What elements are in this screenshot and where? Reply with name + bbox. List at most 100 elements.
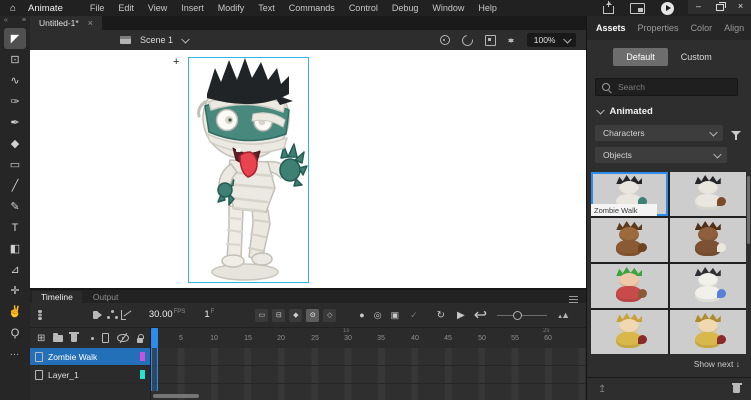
fluid-brush-tool[interactable]: ✑ (4, 91, 26, 112)
panel-grip-icon[interactable]: ≡ (22, 17, 26, 27)
zoom-tool[interactable]: Ϙ (4, 322, 26, 343)
delete-frame-button[interactable]: ⊟ (272, 308, 286, 322)
menu-item[interactable]: Window (425, 3, 471, 13)
timeline-menu-icon[interactable] (569, 295, 578, 297)
panel-tab[interactable]: Assets (596, 23, 626, 33)
menu-item[interactable]: Modify (211, 3, 252, 13)
frames-area[interactable]: 5 10 15 20 25 30 35 40 45 50 55 60 1s 2s (151, 328, 586, 400)
panel-tab[interactable]: Properties (638, 23, 679, 33)
hide-layers-icon[interactable] (117, 334, 129, 342)
asset-zombie-walk[interactable]: Zombie Walk (591, 172, 668, 216)
playhead-handle[interactable] (151, 328, 158, 348)
search-input[interactable] (616, 81, 731, 93)
menu-item[interactable]: Debug (385, 3, 426, 13)
rotate-stage-icon[interactable] (459, 32, 475, 48)
current-frame-control[interactable]: 1F (204, 309, 214, 320)
layer-name[interactable]: Zombie Walk (48, 352, 135, 362)
fps-control[interactable]: 30.00FPS (149, 309, 185, 320)
frame-size-icon[interactable]: ▲ ▲ (557, 310, 570, 320)
menu-item[interactable]: Commands (282, 3, 342, 13)
default-mode-button[interactable]: Default (613, 48, 668, 66)
asset-wolf[interactable] (669, 218, 746, 262)
frame-ruler[interactable]: 5 10 15 20 25 30 35 40 45 50 55 60 1s 2s (151, 328, 586, 349)
asset-stork[interactable] (669, 264, 746, 308)
asset-warp-tool[interactable]: ✛ (4, 280, 26, 301)
delete-layer-icon[interactable] (68, 332, 80, 342)
eraser-tool[interactable]: ◆ (4, 133, 26, 154)
center-frame-button[interactable]: ↩ (474, 305, 487, 325)
confirm-icon[interactable]: ✓ (410, 310, 418, 321)
outline-layers-icon[interactable] (101, 333, 110, 343)
onion-outline-button[interactable]: ◎ (374, 310, 382, 321)
asset-zombie-rise[interactable] (669, 172, 746, 216)
scene-name[interactable]: Scene 1 (140, 35, 173, 45)
layer-name[interactable]: Layer_1 (48, 370, 135, 380)
timeline-zoom-slider[interactable] (497, 311, 548, 320)
camera-icon[interactable] (93, 311, 103, 319)
search-box[interactable] (595, 78, 738, 96)
center-stage-icon[interactable] (439, 35, 450, 45)
menu-item[interactable]: Help (471, 3, 504, 13)
onion-skin-button[interactable]: ● (359, 310, 364, 320)
frame-row[interactable] (151, 348, 586, 366)
test-movie-icon[interactable] (661, 1, 674, 15)
play-button[interactable]: ▶ (457, 310, 465, 321)
device-preview-icon[interactable] (630, 2, 645, 14)
onion-skin-stack-icon[interactable] (38, 309, 43, 314)
selected-symbol-zombie[interactable] (188, 57, 309, 283)
hand-tool[interactable]: ✌ (4, 301, 26, 322)
timeline-tab[interactable]: Timeline (32, 291, 82, 303)
upload-asset-icon[interactable]: ↥ (598, 384, 606, 395)
restore-button[interactable] (709, 0, 730, 14)
parenting-view-icon[interactable] (107, 310, 114, 320)
menu-item[interactable]: Control (342, 3, 385, 13)
document-tab[interactable]: Untitled-1* × (30, 16, 102, 30)
playhead[interactable] (151, 328, 158, 391)
timeline-tab[interactable]: Output (84, 291, 128, 303)
free-transform-tool[interactable]: ⊡ (4, 49, 26, 70)
minimize-button[interactable]: – (688, 0, 709, 14)
menu-item[interactable]: Edit (111, 3, 141, 13)
timeline-zoom-knob[interactable] (513, 311, 523, 320)
edit-multiple-frames-button[interactable]: ▣ (391, 310, 400, 321)
pen-tool[interactable]: ✎ (4, 196, 26, 217)
stage-zoom-select[interactable]: 100% (526, 33, 576, 47)
collapse-panel-icon[interactable]: « (4, 17, 8, 27)
delete-asset-icon[interactable] (731, 383, 742, 393)
graph-editor-icon[interactable] (120, 310, 126, 320)
asset-angel-2[interactable] (669, 310, 746, 354)
rectangle-tool[interactable]: ▭ (4, 154, 26, 175)
scene-dropdown-icon[interactable] (181, 35, 190, 44)
share-icon[interactable] (603, 1, 614, 14)
layer-row[interactable]: Zombie Walk (30, 348, 150, 366)
section-expand-icon[interactable] (596, 106, 605, 115)
timeline-horizontal-scrollbar[interactable] (153, 394, 199, 398)
menu-item[interactable]: View (141, 3, 174, 13)
custom-mode-button[interactable]: Custom (668, 48, 725, 66)
show-next-link[interactable]: Show next ↓ (587, 354, 751, 369)
menu-item[interactable]: File (83, 3, 112, 13)
stage[interactable]: + (30, 50, 586, 288)
insert-blank-keyframe-button[interactable]: ◇ (323, 308, 337, 322)
lock-layers-icon[interactable] (136, 333, 145, 343)
layer-row[interactable]: Layer_1 (30, 366, 150, 384)
menu-item[interactable]: Insert (174, 3, 211, 13)
layer-color-swatch[interactable] (140, 352, 145, 361)
classic-brush-tool[interactable]: ✒ (4, 112, 26, 133)
characters-dropdown[interactable]: Characters (595, 125, 723, 141)
asset-worm[interactable] (591, 218, 668, 262)
highlight-layers-icon[interactable] (91, 336, 94, 340)
insert-keyframe-button[interactable]: ◆ (289, 308, 303, 322)
asset-angel-1[interactable] (591, 310, 668, 354)
clip-content-icon[interactable] (484, 34, 496, 46)
frames-grid[interactable] (151, 348, 586, 400)
loop-button[interactable]: ↻ (437, 310, 445, 321)
lasso-tool[interactable]: ∿ (4, 70, 26, 91)
frame-row[interactable] (151, 366, 586, 384)
filter-icon[interactable] (731, 130, 741, 140)
paint-bucket-tool[interactable]: ◧ (4, 238, 26, 259)
auto-keyframe-button[interactable]: ⊙ (306, 308, 320, 322)
eyedropper-tool[interactable]: ⊿ (4, 259, 26, 280)
close-button[interactable]: × (730, 0, 751, 14)
objects-dropdown[interactable]: Objects (595, 147, 727, 163)
